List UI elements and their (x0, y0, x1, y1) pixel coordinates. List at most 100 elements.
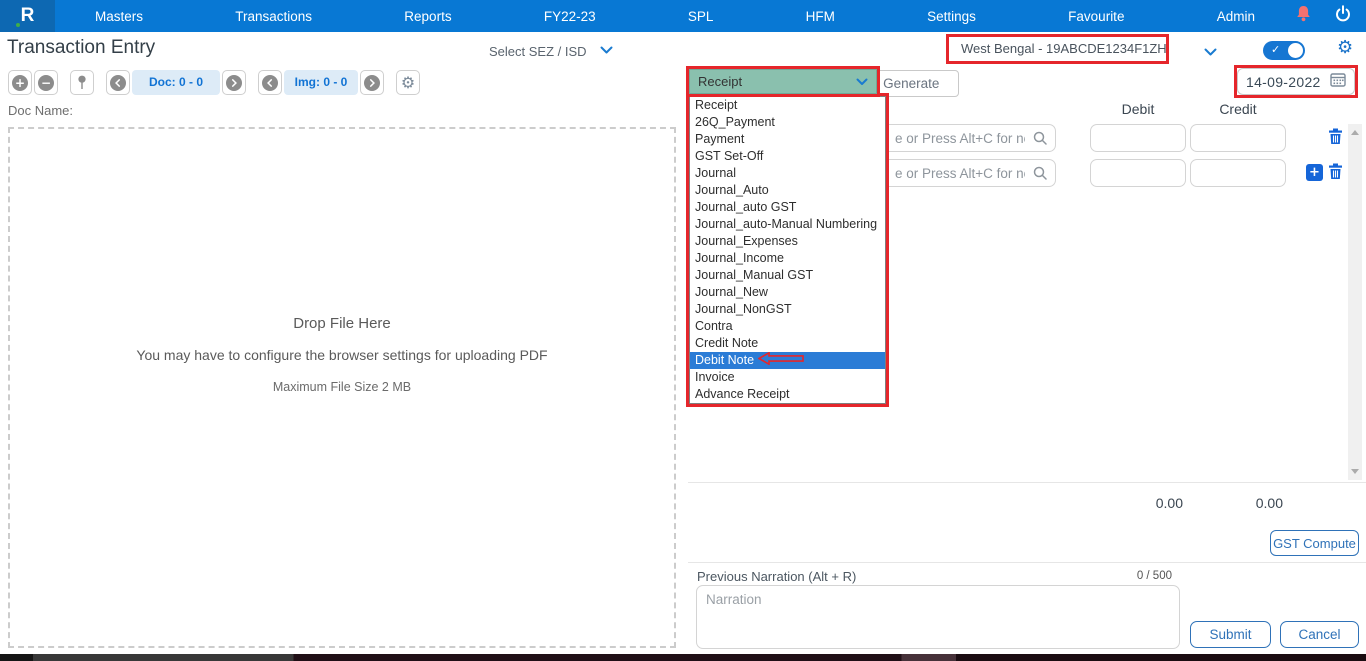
nav-item-hfm[interactable]: HFM (806, 9, 835, 24)
voucher-option-credit-note[interactable]: Credit Note (690, 335, 885, 352)
voucher-option-journal-nongst[interactable]: Journal_NonGST (690, 301, 885, 318)
nav-item-admin[interactable]: Admin (1217, 9, 1255, 24)
on-off-toggle[interactable]: ✓ (1263, 41, 1305, 60)
rows-scrollbar[interactable] (1348, 124, 1362, 480)
max-file-size-text: Maximum File Size 2 MB (10, 380, 674, 394)
scroll-down-arrow[interactable] (1351, 469, 1359, 474)
voucher-option-debit-note[interactable]: Debit Note (690, 352, 885, 369)
credit-amount-input[interactable] (1190, 124, 1286, 152)
branch-chevron-down-icon[interactable] (1204, 44, 1217, 62)
date-annotation-box: 14-09-2022 (1234, 65, 1358, 98)
divider (688, 562, 1366, 563)
img-counter: Img: 0 - 0 (284, 70, 358, 95)
voucher-option-journal-income[interactable]: Journal_Income (690, 250, 885, 267)
credit-column-header: Credit (1190, 101, 1286, 117)
branch-gstin-value[interactable]: West Bengal - 19ABCDE1234F1ZH (949, 37, 1166, 61)
voucher-option-journal-auto-gst[interactable]: Journal_auto GST (690, 199, 885, 216)
voucher-option-gst-set-off[interactable]: GST Set-Off (690, 148, 885, 165)
annotation-arrow-icon (758, 352, 804, 369)
doc-counter: Doc: 0 - 0 (132, 70, 220, 95)
credit-total-value: 0.00 (1190, 495, 1286, 511)
drop-file-text: Drop File Here (10, 315, 674, 332)
doc-next-button[interactable] (222, 70, 246, 95)
submit-button[interactable]: Submit (1190, 621, 1271, 648)
voucher-type-select[interactable]: Receipt (689, 69, 877, 94)
debit-column-header: Debit (1090, 101, 1186, 117)
narration-textarea[interactable] (696, 585, 1180, 649)
chevron-down-icon (600, 42, 613, 60)
sez-isd-dropdown[interactable]: Select SEZ / ISD (489, 42, 613, 60)
date-picker[interactable]: 14-09-2022 (1237, 68, 1355, 95)
notifications-bell-icon[interactable] (1295, 5, 1312, 28)
zoom-in-button[interactable]: + (8, 70, 32, 95)
gst-compute-button[interactable]: GST Compute (1270, 530, 1359, 556)
nav-item-settings[interactable]: Settings (927, 9, 976, 24)
nav-item-reports[interactable]: Reports (404, 9, 451, 24)
pin-icon (76, 75, 88, 90)
search-icon (1033, 131, 1047, 150)
logo-dot (16, 23, 20, 27)
voucher-option-receipt[interactable]: Receipt (690, 97, 885, 114)
nav-item-favourite[interactable]: Favourite (1068, 9, 1124, 24)
top-navbar: R Masters Transactions Reports FY22-23 SPL HF… (0, 0, 1366, 32)
power-logout-icon[interactable] (1334, 5, 1352, 28)
scroll-up-arrow[interactable] (1351, 130, 1359, 135)
zoom-out-button[interactable]: − (34, 70, 58, 95)
pin-button[interactable] (70, 70, 94, 95)
nav-item-fy22-23[interactable]: FY22-23 (544, 9, 596, 24)
credit-amount-input[interactable] (1190, 159, 1286, 187)
nav-item-transactions[interactable]: Transactions (235, 9, 312, 24)
settings-gear-icon[interactable]: ⚙ (1337, 39, 1353, 57)
voucher-option-journal-new[interactable]: Journal_New (690, 284, 885, 301)
calendar-icon (1330, 72, 1346, 92)
file-drop-zone[interactable]: Drop File Here You may have to configure… (8, 127, 676, 648)
voucher-option-advance-receipt[interactable]: Advance Receipt (690, 386, 885, 403)
chevron-right-icon (367, 78, 377, 88)
voucher-option-journal-auto-manual-numbering[interactable]: Journal_auto-Manual Numbering (690, 216, 885, 233)
desktop-edge-strip (0, 654, 1366, 661)
minus-circle-icon: − (38, 75, 54, 91)
debit-amount-input[interactable] (1090, 159, 1186, 187)
chevron-left-icon (265, 78, 275, 88)
voucher-option-journal-expenses[interactable]: Journal_Expenses (690, 233, 885, 250)
debit-total-value: 0.00 (1090, 495, 1186, 511)
voucher-option-contra[interactable]: Contra (690, 318, 885, 335)
sez-isd-label: Select SEZ / ISD (489, 44, 587, 59)
voucher-option-payment[interactable]: Payment (690, 131, 885, 148)
logo-icon: R (21, 5, 35, 27)
branch-annotation-box: West Bengal - 19ABCDE1234F1ZH (946, 34, 1169, 64)
app-logo[interactable]: R (0, 0, 55, 32)
delete-row-trash-icon[interactable] (1328, 128, 1343, 150)
browser-settings-hint: You may have to configure the browser se… (10, 347, 674, 363)
add-row-button[interactable]: + (1306, 164, 1323, 181)
viewer-settings-button[interactable]: ⚙ (396, 70, 420, 95)
plus-circle-icon: + (12, 75, 28, 91)
date-value: 14-09-2022 (1246, 74, 1321, 90)
doc-prev-button[interactable] (106, 70, 130, 95)
narration-char-counter: 0 / 500 (1090, 570, 1172, 582)
gear-icon: ⚙ (401, 75, 415, 91)
debit-amount-input[interactable] (1090, 124, 1186, 152)
check-icon: ✓ (1271, 44, 1280, 55)
voucher-option-invoice[interactable]: Invoice (690, 369, 885, 386)
delete-row-trash-icon[interactable] (1328, 163, 1343, 185)
doc-name-label: Doc Name: (8, 103, 73, 118)
chevron-left-icon (113, 78, 123, 88)
voucher-option-journal[interactable]: Journal (690, 165, 885, 182)
img-next-button[interactable] (360, 70, 384, 95)
nav-menu: Masters Transactions Reports FY22-23 SPL HFM S… (55, 9, 1295, 24)
voucher-option-26q-payment[interactable]: 26Q_Payment (690, 114, 885, 131)
voucher-type-annotation-box: Receipt (686, 66, 880, 97)
img-prev-button[interactable] (258, 70, 282, 95)
voucher-option-journal-auto[interactable]: Journal_Auto (690, 182, 885, 199)
voucher-type-value: Receipt (698, 74, 742, 89)
chevron-down-icon (856, 74, 868, 89)
nav-item-masters[interactable]: Masters (95, 9, 143, 24)
cancel-button[interactable]: Cancel (1280, 621, 1359, 648)
nav-item-spl[interactable]: SPL (688, 9, 714, 24)
toggle-knob (1288, 43, 1303, 58)
previous-narration-label: Previous Narration (Alt + R) (697, 569, 856, 584)
dropdown-annotation-box: Receipt26Q_PaymentPaymentGST Set-OffJour… (686, 93, 889, 407)
voucher-option-journal-manual-gst[interactable]: Journal_Manual GST (690, 267, 885, 284)
search-icon (1033, 166, 1047, 185)
